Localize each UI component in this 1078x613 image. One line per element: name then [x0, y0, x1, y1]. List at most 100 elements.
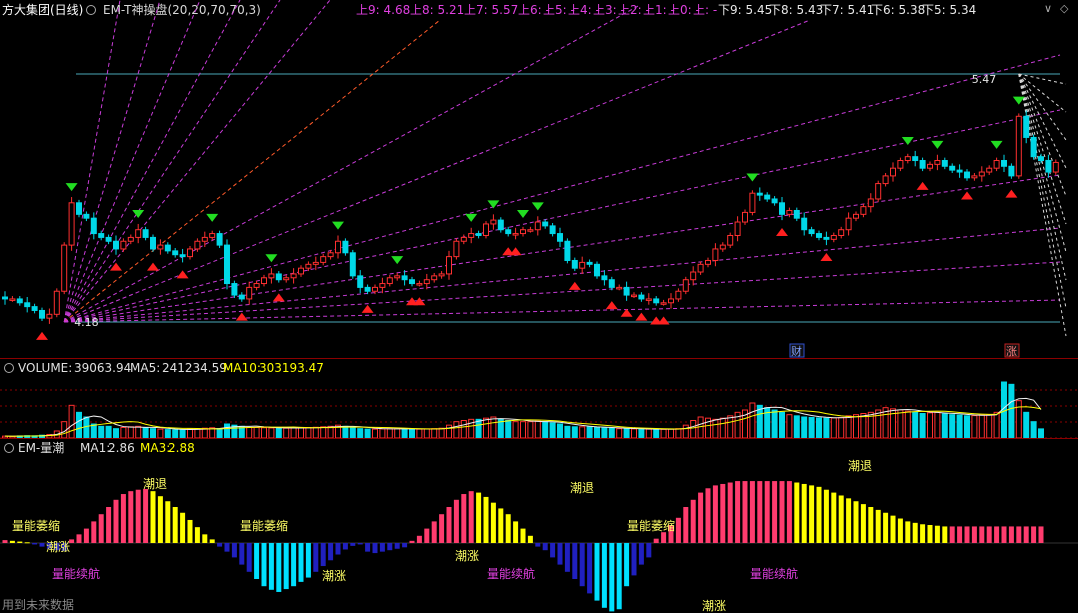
volume-bar	[927, 412, 933, 438]
energy-annotation: 量能萎缩	[12, 518, 60, 533]
energy-bar	[39, 543, 45, 547]
volume-bar	[105, 425, 112, 438]
high-value-label: 5.47	[972, 73, 997, 86]
candle-body	[453, 240, 460, 258]
sell-signal-triangle	[332, 221, 344, 230]
candle-body	[187, 248, 193, 258]
energy-bar	[1016, 526, 1022, 543]
volume-bar	[172, 429, 179, 438]
volume-toggle-icon[interactable]	[4, 363, 14, 373]
volume-bar	[645, 428, 652, 438]
volume-bar	[638, 428, 645, 438]
fan-ray-line	[1018, 73, 1067, 309]
candle-body	[460, 236, 467, 242]
volume-bar	[1038, 428, 1044, 438]
energy-bar	[120, 494, 126, 543]
volume-chart[interactable]	[0, 376, 1078, 438]
energy-bar	[735, 481, 741, 543]
candle-body	[39, 309, 45, 319]
energy-annotation: 量能萎缩	[240, 518, 288, 533]
candle-body	[986, 167, 993, 173]
volume-bar	[409, 428, 415, 438]
candle-body	[512, 233, 519, 236]
energy-bar	[76, 534, 82, 543]
volume-bar	[579, 426, 586, 438]
energy-chart[interactable]: 量能萎缩潮涨潮退量能萎缩潮涨量能续航潮涨潮退量能续航量能萎缩潮涨量能续航潮退	[0, 456, 1078, 612]
candle-body	[394, 275, 401, 279]
candle-body	[631, 294, 637, 298]
candle-body	[549, 225, 556, 235]
volume-bar	[305, 427, 312, 438]
candle-body	[261, 277, 267, 285]
candle-body	[749, 192, 756, 213]
candlestick-chart[interactable]: 5.47 4.18 财 涨	[0, 0, 1078, 360]
energy-toggle-icon[interactable]	[4, 443, 14, 453]
volume-bar	[779, 411, 785, 438]
volume-bar	[623, 428, 630, 438]
candle-body	[76, 202, 82, 215]
energy-bar	[794, 482, 800, 543]
energy-bar	[809, 485, 815, 543]
candle-body	[779, 202, 785, 215]
energy-annotation: 潮涨	[322, 568, 346, 583]
energy-bar	[490, 502, 496, 543]
volume-bar	[127, 426, 134, 438]
energy-bar	[846, 498, 852, 543]
energy-bar	[357, 543, 363, 545]
candle-body	[853, 213, 859, 219]
energy-annotation: 潮涨	[455, 548, 479, 563]
fan-ray-line	[64, 227, 1061, 323]
buy-signal-triangle	[1005, 189, 1018, 198]
energy-bar	[298, 543, 304, 582]
event-badge-label: 涨	[1006, 345, 1017, 358]
candle-body	[305, 263, 312, 269]
fan-ray-line	[1018, 73, 1067, 253]
buy-signal-triangle	[776, 228, 788, 237]
buy-signal-triangle	[568, 281, 581, 290]
candle-body	[98, 233, 105, 238]
volume-bar	[912, 411, 919, 438]
candle-body	[142, 229, 149, 238]
buy-signal-triangle	[36, 331, 48, 340]
candle-body	[357, 275, 364, 288]
candle-body	[409, 279, 415, 285]
candle-body	[475, 233, 482, 236]
candle-body	[1023, 115, 1030, 138]
energy-bar	[350, 543, 356, 546]
energy-bar	[328, 543, 334, 561]
candle-body	[534, 221, 541, 231]
energy-bar	[513, 521, 519, 543]
fan-ray-line	[64, 299, 1061, 323]
volume-bar	[194, 428, 201, 438]
sell-signal-triangle	[206, 213, 219, 222]
ma3-value: 2.88	[168, 441, 195, 455]
candle-body	[919, 160, 926, 169]
volume-bar	[608, 427, 615, 438]
energy-bar	[838, 495, 844, 543]
candle-body	[727, 234, 734, 246]
candle-body	[483, 223, 489, 236]
ma3-label: MA3:	[140, 441, 171, 455]
stock-chart-window: 方大集团(日线) EM-T神操盘(20,20,70,70,3) 上9: 4.68…	[0, 0, 1078, 612]
candle-body	[956, 169, 963, 173]
energy-annotation: 量能续航	[750, 566, 798, 581]
volume-bar	[690, 420, 697, 438]
candle-body	[120, 240, 127, 250]
volume-bar	[342, 425, 349, 438]
buy-signal-triangle	[620, 308, 633, 317]
candle-body	[505, 229, 512, 235]
candle-body	[179, 254, 186, 258]
candle-body	[793, 209, 800, 219]
fan-ray-line	[63, 0, 201, 323]
candle-body	[786, 209, 793, 215]
volume-bar	[379, 428, 386, 438]
low-value-label: 4.18	[74, 316, 99, 329]
energy-bar	[705, 488, 711, 543]
candle-body	[275, 273, 282, 281]
volume-bar	[786, 414, 793, 438]
energy-bar	[853, 501, 859, 543]
volume-bar	[394, 428, 401, 438]
energy-bar	[772, 481, 778, 543]
sell-signal-triangle	[990, 140, 1003, 149]
candle-body	[682, 279, 689, 292]
